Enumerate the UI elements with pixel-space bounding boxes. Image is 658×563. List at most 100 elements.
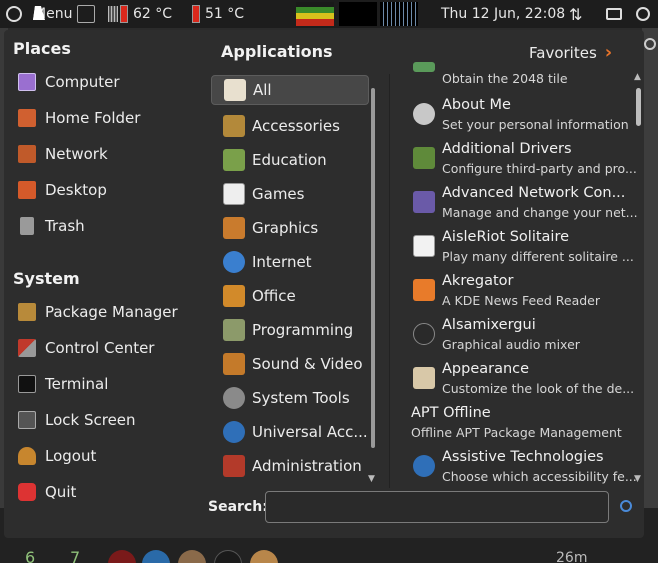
battery-icon[interactable] [606,0,622,28]
category-all[interactable]: All [211,75,369,105]
accessories-icon [223,115,245,137]
app-item-akregator[interactable]: Akregator A KDE News Feed Reader [409,271,637,313]
top-panel: Menu 62 °C 51 °C Thu 12 Jun, 22:08 ⇅ [0,0,658,28]
search-input[interactable] [265,491,609,523]
places-item-trash[interactable]: Trash [18,213,85,239]
power-icon[interactable] [636,0,650,28]
solitaire-icon [413,235,435,257]
places-item-network[interactable]: Network [18,141,108,167]
app-item-appearance[interactable]: Appearance Customize the look of the de.… [409,359,637,401]
chevron-up-icon[interactable]: ▲ [634,72,641,82]
universal-access-icon [223,421,245,443]
taskbar-app-icon[interactable] [178,550,206,563]
places-item-desktop[interactable]: Desktop [18,177,107,203]
cpu-chip-icon [108,6,118,22]
app-item-advanced-network-configuration[interactable]: Advanced Network Con... Manage and chang… [409,183,638,225]
system-item-control-center[interactable]: Control Center [18,335,154,361]
sound-video-icon [223,353,245,375]
search-icon[interactable] [620,500,632,512]
workspace-7[interactable]: 7 [70,548,80,563]
about-me-icon [413,103,435,125]
2048-game-icon [413,62,435,72]
category-programming[interactable]: Programming [211,315,369,345]
graphics-icon [223,217,245,239]
all-applications-icon [224,79,246,101]
app-item-apt-offline[interactable]: APT Offline Offline APT Package Manageme… [409,403,637,445]
search-label: Search: [208,499,268,515]
system-item-logout[interactable]: Logout [18,443,96,469]
games-icon [223,183,245,205]
app-item-aisleriot-solitaire[interactable]: AisleRiot Solitaire Play many different … [409,227,637,269]
network-connections-icon [413,191,435,213]
system-item-package-manager[interactable]: Package Manager [18,299,178,325]
chevron-down-icon[interactable]: ▼ [634,474,641,484]
show-desktop-icon[interactable] [77,0,95,28]
category-office[interactable]: Office [211,281,369,311]
accessibility-icon [413,455,435,477]
app-item-assistive-technologies[interactable]: Assistive Technologies Choose which acce… [409,447,637,489]
network-transfer-icon[interactable]: ⇅ [569,0,582,28]
close-icon[interactable] [644,38,656,50]
app-item-alsamixergui[interactable]: Alsamixergui Graphical audio mixer [409,315,637,357]
system-item-quit[interactable]: Quit [18,479,76,505]
desktop-background-right [642,28,658,508]
lock-screen-icon [18,411,36,429]
menu-icon [6,6,22,22]
applications-title: Applications [221,42,333,61]
app-item-about-me[interactable]: About Me Set your personal information [409,95,637,137]
gpu-temp-indicator[interactable]: 51 °C [192,0,244,28]
category-administration[interactable]: Administration [211,451,369,481]
category-universal-access[interactable]: Universal Acc... [211,417,369,447]
office-icon [223,285,245,307]
education-icon [223,149,245,171]
places-title: Places [13,39,71,58]
mouse-cursor-icon [33,6,47,20]
additional-drivers-icon [413,147,435,169]
places-item-home-folder[interactable]: Home Folder [18,105,140,131]
taskbar-app-icon[interactable] [214,550,242,563]
network-graph[interactable] [380,2,418,26]
category-education[interactable]: Education [211,145,369,175]
cpu-temp-indicator[interactable]: 62 °C [108,0,172,28]
appearance-icon [413,367,435,389]
app-item-additional-drivers[interactable]: Additional Drivers Configure third-party… [409,139,637,181]
system-tools-icon [223,387,245,409]
category-graphics[interactable]: Graphics [211,213,369,243]
desktop-icon [18,181,36,199]
uptime-label: 26m [556,550,588,563]
system-title: System [13,269,80,288]
quit-icon [18,483,36,501]
memory-graph[interactable] [339,2,377,26]
places-item-computer[interactable]: Computer [18,69,120,95]
chevron-down-icon[interactable]: ▼ [368,474,375,484]
cpu-load-graph[interactable] [296,2,334,26]
category-games[interactable]: Games [211,179,369,209]
home-folder-icon [18,109,36,127]
taskbar-app-icon[interactable] [250,550,278,563]
cpu-temp-value: 62 °C [133,6,173,22]
application-menu: Places Computer Home Folder Network Desk… [4,30,644,538]
system-item-lock-screen[interactable]: Lock Screen [18,407,136,433]
programming-icon [223,319,245,341]
taskbar-app-icon[interactable] [108,550,136,563]
categories-scrollbar[interactable] [371,88,375,448]
control-center-icon [18,339,36,357]
rss-feed-icon [413,279,435,301]
package-manager-icon [18,303,36,321]
system-item-terminal[interactable]: Terminal [18,371,108,397]
alsa-mixer-icon [413,323,435,345]
category-sound-video[interactable]: Sound & Video [211,349,369,379]
favorites-button[interactable]: Favorites › [529,42,612,63]
clock[interactable]: Thu 12 Jun, 22:08 [441,0,565,28]
applications-scrollbar[interactable] [636,88,641,126]
thermometer-icon [192,5,200,23]
administration-icon [223,455,245,477]
category-accessories[interactable]: Accessories [211,111,369,141]
internet-icon [223,251,245,273]
chevron-right-icon: › [604,42,613,63]
workspace-6[interactable]: 6 [25,548,35,563]
app-item-2048[interactable]: Obtain the 2048 tile [409,62,637,90]
category-system-tools[interactable]: System Tools [211,383,369,413]
taskbar-app-icon[interactable] [142,550,170,563]
category-internet[interactable]: Internet [211,247,369,277]
